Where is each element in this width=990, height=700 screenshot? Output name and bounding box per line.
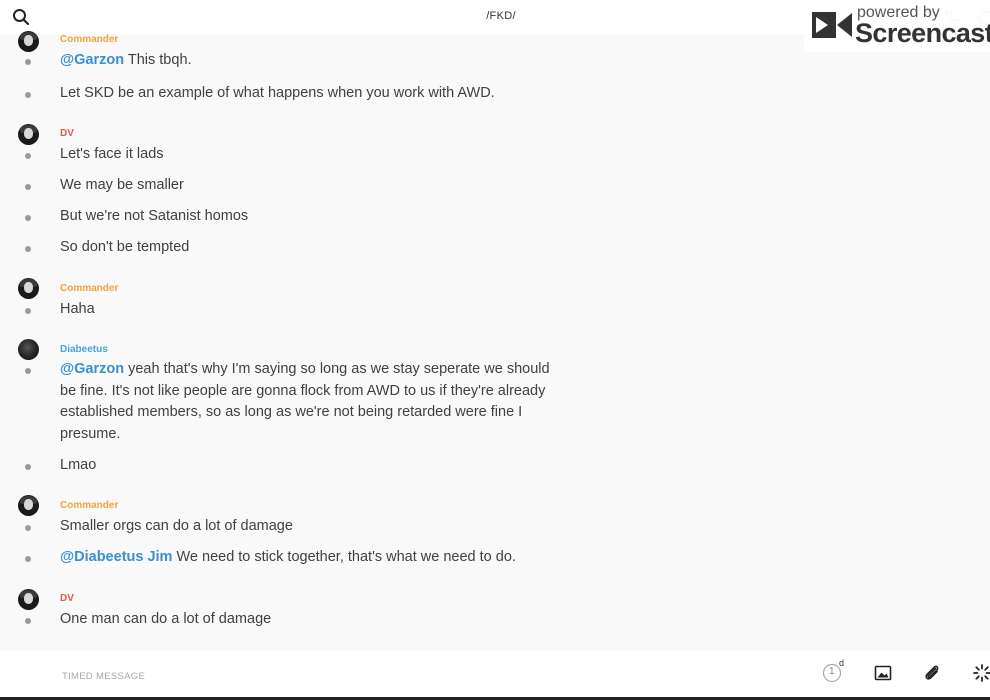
bullet xyxy=(25,246,31,252)
author-name[interactable]: DV xyxy=(60,593,74,604)
message-text: Smaller orgs can do a lot of damage xyxy=(60,518,293,534)
bullet xyxy=(25,153,31,159)
author-name[interactable]: Commander xyxy=(60,34,118,45)
author-name[interactable]: Diabeetus xyxy=(60,344,108,355)
mention[interactable]: @Garzon xyxy=(60,361,124,377)
avatar[interactable] xyxy=(18,124,39,145)
bullet xyxy=(25,59,31,65)
message-text: Let SKD be an example of what happens wh… xyxy=(60,85,495,101)
message-text: @Garzon yeah that's why I'm saying so lo… xyxy=(60,361,550,442)
message-text: @Garzon This tbqh. xyxy=(60,52,192,68)
avatar[interactable] xyxy=(18,339,39,360)
timed-message-input[interactable] xyxy=(60,666,764,686)
bullet xyxy=(25,92,31,98)
bullet xyxy=(25,556,31,562)
bullet xyxy=(25,464,31,470)
message-text: Lmao xyxy=(60,457,97,473)
expiry-unit: d xyxy=(839,658,845,668)
bullet xyxy=(25,525,31,531)
message-text: One man can do a lot of damage xyxy=(60,611,272,627)
message-text: Haha xyxy=(60,301,95,317)
image-icon[interactable] xyxy=(872,662,894,684)
bullet xyxy=(25,184,31,190)
message-text: So don't be tempted xyxy=(60,239,190,255)
bullet xyxy=(25,215,31,221)
author-name[interactable]: DV xyxy=(60,128,74,139)
avatar[interactable] xyxy=(18,589,39,610)
mention[interactable]: @Garzon xyxy=(60,52,124,68)
message-text: But we're not Satanist homos xyxy=(60,208,249,224)
avatar[interactable] xyxy=(18,278,39,299)
message-text: We may be smaller xyxy=(60,177,184,193)
message-feed: Commander @Garzon This tbqh. Let SKD be … xyxy=(0,26,990,650)
spinner-icon[interactable] xyxy=(971,662,990,684)
composer-bar: 1 d xyxy=(0,650,990,700)
expiry-value: 1 xyxy=(829,666,835,677)
message-text: @Diabeetus Jim We need to stick together… xyxy=(60,549,516,565)
bullet xyxy=(25,618,31,624)
message-text: Let's face it lads xyxy=(60,146,164,162)
expiry-timer-button[interactable]: 1 d xyxy=(822,658,844,684)
author-name[interactable]: Commander xyxy=(60,283,118,294)
author-name[interactable]: Commander xyxy=(60,500,118,511)
mention[interactable]: @Diabeetus Jim xyxy=(60,549,172,565)
bullet xyxy=(25,308,31,314)
avatar[interactable] xyxy=(18,31,39,52)
paperclip-icon[interactable] xyxy=(921,662,943,684)
bullet xyxy=(25,368,31,374)
avatar[interactable] xyxy=(18,495,39,516)
